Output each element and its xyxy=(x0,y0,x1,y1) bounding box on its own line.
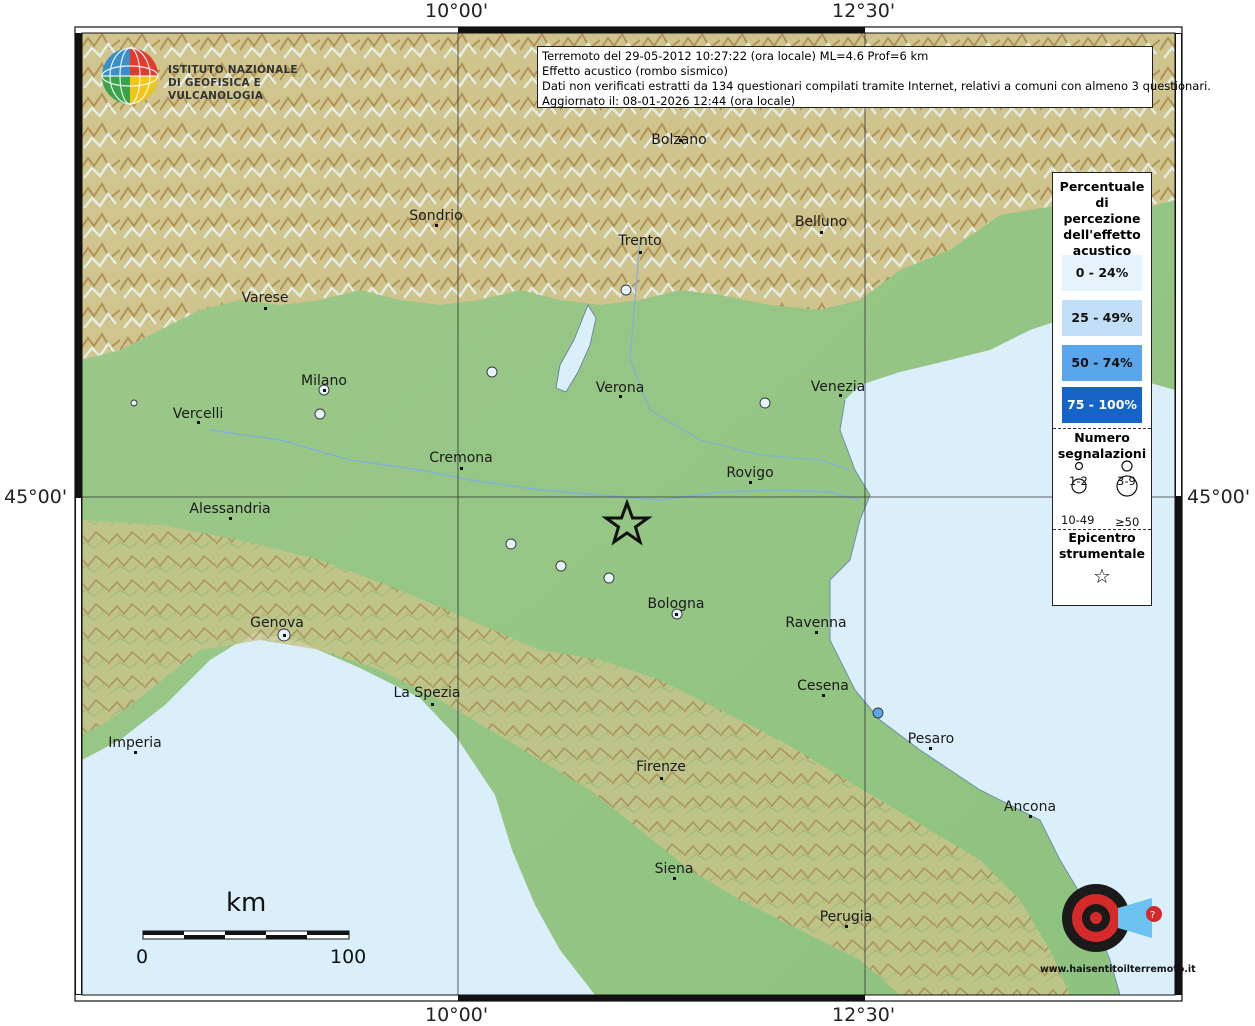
lat-label-right: 45°00' xyxy=(1187,486,1251,508)
city-marker xyxy=(638,250,642,254)
city-label-milano: Milano xyxy=(301,373,347,389)
watermark-logo: ? www.haisentitoilterremoto.it xyxy=(1040,860,1196,980)
city-marker xyxy=(844,924,848,928)
observation-point xyxy=(872,707,884,719)
city-marker xyxy=(228,516,232,520)
city-marker xyxy=(459,466,463,470)
frame-bar-top xyxy=(458,27,865,33)
epicenter-title: Epicentro strumentale xyxy=(1058,530,1146,561)
city-label-pesaro: Pesaro xyxy=(907,731,955,747)
city-marker xyxy=(659,776,663,780)
city-label-varese: Varese xyxy=(241,290,289,306)
logo-line1: ISTITUTO NAZIONALE xyxy=(168,64,298,76)
effect-line: Effetto acustico (rombo sismico) xyxy=(542,64,728,78)
observation-point xyxy=(555,560,567,572)
city-marker xyxy=(838,393,842,397)
city-marker xyxy=(1028,814,1032,818)
scale-max: 100 xyxy=(330,946,367,968)
lon-label-bottom-right: 12°30' xyxy=(832,1004,896,1026)
city-marker xyxy=(430,702,434,706)
city-label-firenze: Firenze xyxy=(636,759,686,775)
observation-point xyxy=(505,538,517,550)
city-marker xyxy=(819,230,823,234)
legend: Percentuale di percezione dell'effetto a… xyxy=(1052,172,1152,606)
ingv-logo: ISTITUTO NAZIONALE DI GEOFISICA E VULCAN… xyxy=(100,46,310,106)
city-marker xyxy=(672,876,676,880)
city-label-bologna: Bologna xyxy=(647,596,705,612)
logo-line2: DI GEOFISICA E VULCANOLOGIA xyxy=(168,77,264,102)
city-marker xyxy=(322,388,326,392)
city-marker xyxy=(928,746,932,750)
city-label-imperia: Imperia xyxy=(108,735,162,751)
updated-line: Aggiornato il: 08-01-2026 12:44 (ora loc… xyxy=(542,94,796,108)
city-marker xyxy=(821,693,825,697)
city-marker xyxy=(674,612,678,616)
scale-min: 0 xyxy=(136,946,149,968)
legend-class-1: 25 - 49% xyxy=(1062,300,1142,336)
city-label-trento: Trento xyxy=(618,233,662,249)
city-marker xyxy=(748,480,752,484)
city-label-cremona: Cremona xyxy=(429,450,493,466)
count-label-3-9: 3-9 xyxy=(1117,474,1136,488)
count-label-10-49: 10-49 xyxy=(1061,513,1095,527)
event-info-box: Terremoto del 29-05-2012 10:27:22 (ora l… xyxy=(537,46,1211,108)
frame-bar-left-top xyxy=(75,33,82,497)
scale-bar: km 0 100 xyxy=(136,888,380,968)
legend-title: Percentuale di percezione dell'effetto a… xyxy=(1059,179,1145,258)
svg-text:?: ? xyxy=(1150,910,1155,921)
data-source-line: Dati non verificati estratti da 134 ques… xyxy=(542,79,1211,93)
lon-label-top-right: 12°30' xyxy=(832,0,896,22)
city-label-belluno: Belluno xyxy=(794,214,848,230)
count-label-50: ≥50 xyxy=(1115,515,1140,529)
watermark-url: www.haisentitoilterremoto.it xyxy=(1040,964,1196,975)
lon-label-top-left: 10°00' xyxy=(425,0,489,22)
city-marker xyxy=(263,306,267,310)
legend-class-2: 50 - 74% xyxy=(1062,345,1142,381)
legend-class-3: 75 - 100% xyxy=(1062,387,1142,423)
frame-bar-right-bottom xyxy=(1175,497,1182,995)
observation-point xyxy=(486,366,498,378)
observation-point xyxy=(620,284,632,296)
city-label-cesena: Cesena xyxy=(797,678,849,694)
city-marker xyxy=(282,633,286,637)
scale-ruler xyxy=(142,930,350,940)
city-marker xyxy=(814,630,818,634)
observation-point xyxy=(759,397,771,409)
frame-bar-bottom xyxy=(458,995,865,1001)
city-label-rovigo: Rovigo xyxy=(726,465,774,481)
legend-divider xyxy=(1053,428,1151,429)
city-label-perugia: Perugia xyxy=(819,909,873,925)
city-label-genova: Genova xyxy=(250,615,304,631)
count-circles xyxy=(1071,460,1138,497)
globe-icon xyxy=(101,47,159,105)
count-label-1-2: 1-2 xyxy=(1069,474,1088,488)
city-marker xyxy=(678,138,682,142)
scale-title: km xyxy=(226,888,267,918)
city-marker xyxy=(434,223,438,227)
city-label-ravenna: Ravenna xyxy=(785,615,847,631)
lon-label-bottom-left: 10°00' xyxy=(425,1004,489,1026)
observation-point xyxy=(130,399,138,407)
city-marker xyxy=(196,420,200,424)
city-label-ancona: Ancona xyxy=(1003,799,1057,815)
speaker-icon: ? xyxy=(1062,884,1162,952)
city-label-siena: Siena xyxy=(654,861,694,877)
observation-point xyxy=(314,408,326,420)
city-marker xyxy=(618,394,622,398)
city-label-alessandria: Alessandria xyxy=(189,501,271,517)
event-line: Terremoto del 29-05-2012 10:27:22 (ora l… xyxy=(542,49,929,63)
city-label-la-spezia: La Spezia xyxy=(393,685,461,701)
city-label-sondrio: Sondrio xyxy=(409,208,463,224)
legend-class-0: 0 - 24% xyxy=(1062,255,1142,291)
epicenter-legend-icon: ☆ xyxy=(1093,564,1111,588)
lat-label-left: 45°00' xyxy=(4,486,68,508)
observation-point xyxy=(603,572,615,584)
city-marker xyxy=(133,750,137,754)
